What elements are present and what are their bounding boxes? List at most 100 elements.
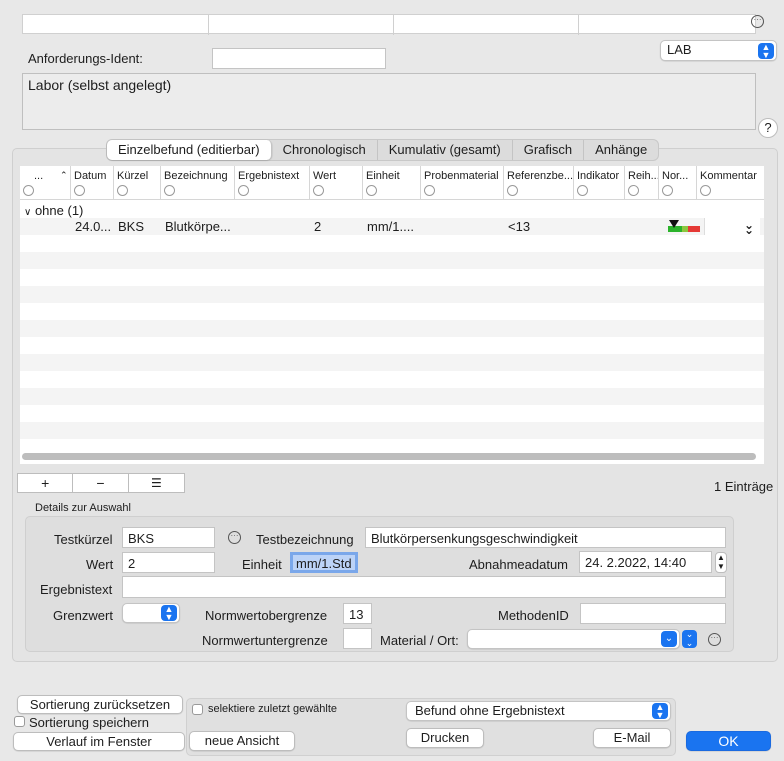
col-header-einheit[interactable]: Einheit [363, 166, 421, 200]
filter-radio[interactable] [164, 185, 175, 196]
filter-radio[interactable] [424, 185, 435, 196]
material-popup[interactable]: ⌄ [467, 629, 680, 649]
befund-popup-label: Befund ohne Ergebnistext [415, 703, 565, 718]
results-table: ... ⌃ Datum Kürzel Bezeichnung Ergebnist… [20, 166, 764, 464]
befund-popup[interactable]: Befund ohne Ergebnistext ▲ ▼ [406, 701, 671, 721]
list-icon[interactable]: ☰ [129, 474, 184, 492]
tab-bar: Einzelbefund (editierbar) Chronologisch … [106, 139, 660, 161]
filter-radio[interactable] [662, 185, 673, 196]
col-header-wert[interactable]: Wert [310, 166, 363, 200]
tab-grafisch[interactable]: Grafisch [513, 140, 585, 160]
col-header-bezeichnung[interactable]: Bezeichnung [161, 166, 235, 200]
popup-arrows-icon: ▲ ▼ [161, 605, 177, 622]
expand-icon-2[interactable]: ⌄ [744, 223, 754, 237]
help-button[interactable]: ? [758, 118, 778, 138]
tab-kumulativ[interactable]: Kumulativ (gesamt) [378, 140, 513, 160]
einheit-label: Einheit [242, 557, 282, 572]
remove-button[interactable]: − [73, 474, 129, 492]
abnahme-stepper[interactable]: ▲ ▼ [715, 552, 727, 573]
anforderung-label: Anforderungs-Ident: [28, 51, 143, 66]
testkuerzel-label: Testkürzel [54, 532, 113, 547]
col-header-datum[interactable]: Datum [71, 166, 114, 200]
material-expand-button[interactable]: ⌄ ⌄ [682, 630, 697, 648]
sort-save-checkbox[interactable] [14, 716, 25, 727]
popup-arrows-icon: ▲ ▼ [758, 43, 774, 60]
normunter-label: Normwertuntergrenze [202, 633, 328, 648]
grenzwert-popup[interactable]: ▲ ▼ [122, 603, 180, 623]
filter-radio[interactable] [700, 185, 711, 196]
col-header-reihe[interactable]: Reih... [625, 166, 659, 200]
testbezeichnung-input[interactable]: Blutkörpersenkungsgeschwindigkeit [365, 527, 726, 548]
add-button[interactable]: + [18, 474, 74, 492]
col-header-probenmaterial[interactable]: Probenmaterial [421, 166, 504, 200]
select-last-label: selektiere zuletzt gewählte [208, 703, 338, 715]
entry-count: 1 Einträge [714, 479, 774, 494]
filter-radio[interactable] [313, 185, 324, 196]
print-button[interactable]: Drucken [406, 728, 484, 748]
norm-indicator [668, 220, 700, 232]
abnahme-input[interactable]: 24. 2.2022, 14:40 [579, 551, 712, 573]
filter-radio[interactable] [507, 185, 518, 196]
testkuerzel-input[interactable]: BKS [122, 527, 215, 548]
cell-bezeichnung: Blutkörpe... [165, 219, 231, 234]
labor-text: Labor (selbst angelegt) [28, 77, 172, 93]
ergebnistext-label: Ergebnistext [40, 582, 113, 597]
filter-radio[interactable] [74, 185, 85, 196]
filter-radio[interactable] [628, 185, 639, 196]
filter-radio[interactable] [577, 185, 588, 196]
material-label: Material / Ort: [380, 633, 459, 648]
verlauf-button[interactable]: Verlauf im Fenster [13, 732, 185, 751]
table-row[interactable]: 24.0... BKS Blutkörpe... 2 mm/1.... <13 … [20, 218, 764, 237]
ok-button[interactable]: OK [686, 731, 771, 751]
col-header-kommentar[interactable]: Kommentar [697, 166, 764, 200]
methoden-input[interactable] [580, 603, 726, 624]
cell-kuerzel: BKS [118, 219, 145, 234]
einheit-input[interactable]: mm/1.Std [290, 552, 358, 573]
chevron-down-icon[interactable]: ∨ [24, 207, 31, 218]
tab-chronologisch[interactable]: Chronologisch [272, 140, 378, 160]
tab-einzelbefund[interactable]: Einzelbefund (editierbar) [107, 140, 272, 160]
top-strip [22, 14, 756, 35]
tab-anhaenge[interactable]: Anhänge [584, 140, 658, 160]
col-header-norm[interactable]: Nor... [659, 166, 697, 200]
group-row[interactable]: ∨ ohne (1) [24, 203, 83, 218]
sort-ascending-icon: ⌃ [60, 170, 68, 180]
col-header-ergebnistext[interactable]: Ergebnistext [235, 166, 310, 200]
methoden-label: MethodenID [498, 608, 569, 623]
labor-textarea[interactable]: Labor (selbst angelegt) [22, 73, 756, 130]
col-header-indikator[interactable]: Indikator [574, 166, 625, 200]
table-toolbar: + − ☰ [17, 473, 185, 493]
testkuerzel-more-icon[interactable]: ··· [228, 531, 241, 544]
col-header-kuerzel[interactable]: Kürzel [114, 166, 161, 200]
lab-popup[interactable]: LAB ▲ ▼ [660, 40, 777, 61]
popup-arrows-icon: ▲ ▼ [652, 703, 668, 720]
details-title: Details zur Auswahl [35, 502, 131, 514]
ergebnistext-input[interactable] [122, 576, 726, 598]
sort-reset-button[interactable]: Sortierung zurücksetzen [17, 695, 183, 714]
more-options-icon[interactable]: ··· [751, 15, 764, 28]
cell-wert: 2 [314, 219, 322, 234]
abnahme-label: Abnahmeadatum [469, 557, 569, 572]
cell-datum: 24.0... [75, 219, 112, 234]
cell-referenz: <13 [508, 219, 531, 234]
filter-radio[interactable] [23, 185, 34, 196]
select-last-checkbox[interactable] [192, 704, 203, 715]
filter-radio[interactable] [117, 185, 128, 196]
new-view-button[interactable]: neue Ansicht [189, 731, 295, 751]
filter-radio[interactable] [238, 185, 249, 196]
normober-input[interactable]: 13 [343, 603, 372, 624]
chevron-down-icon: ⌄ [661, 631, 677, 647]
normunter-input[interactable] [343, 628, 372, 649]
cell-einheit: mm/1.... [367, 219, 414, 234]
group-label: ohne (1) [34, 203, 84, 218]
wert-label: Wert [86, 557, 114, 572]
anforderung-input[interactable] [212, 48, 386, 69]
email-button[interactable]: E-Mail [593, 728, 671, 748]
lab-popup-label: LAB [667, 42, 692, 57]
grenzwert-label: Grenzwert [53, 608, 113, 623]
col-header-referenz[interactable]: Referenzbe... [504, 166, 574, 200]
filter-radio[interactable] [366, 185, 377, 196]
horizontal-scrollbar[interactable] [22, 453, 756, 460]
material-more-icon[interactable]: ··· [708, 633, 721, 646]
wert-input[interactable]: 2 [122, 552, 215, 573]
